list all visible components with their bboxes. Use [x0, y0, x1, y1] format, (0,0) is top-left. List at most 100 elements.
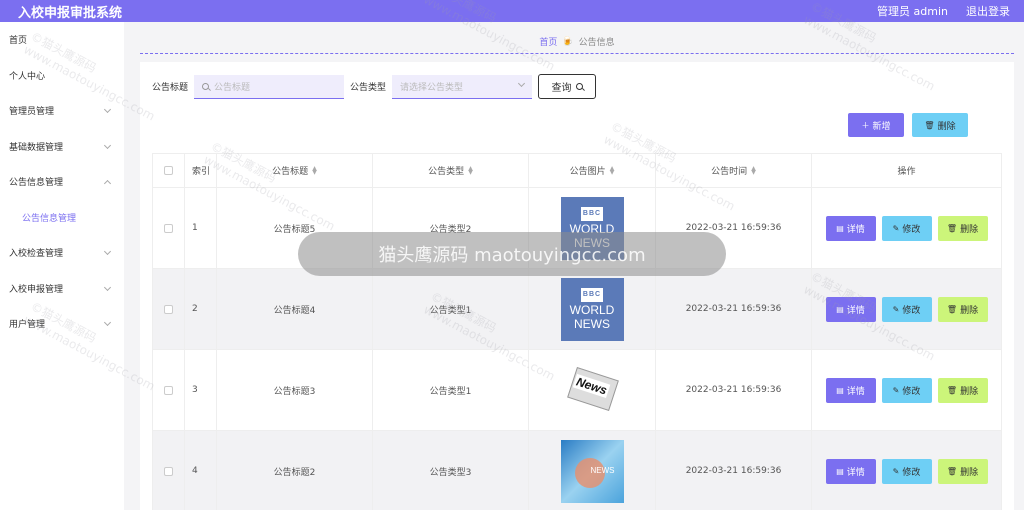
top-bar: 入校申报审批系统 管理员 admin 退出登录	[0, 0, 1024, 22]
add-button[interactable]: ＋新增	[848, 113, 904, 137]
row-checkbox[interactable]	[164, 466, 173, 476]
logout-link[interactable]: 退出登录	[966, 3, 1010, 19]
row-index: 4	[192, 466, 198, 476]
column-header-title[interactable]: 公告标题 ▲ ▼	[217, 154, 373, 187]
edit-icon: ✎	[892, 223, 900, 233]
row-title: 公告标题3	[273, 386, 316, 397]
table-row: 3 公告标题3 公告类型1 News 2022-03-21 16:59:36 ▤…	[153, 350, 1001, 431]
row-checkbox[interactable]	[164, 385, 173, 395]
row-type: 公告类型1	[429, 305, 472, 316]
edit-button[interactable]: ✎ 修改	[881, 215, 932, 241]
type-select[interactable]: 请选择公告类型	[392, 74, 533, 99]
sidebar-item-entry-check[interactable]: 入校检查管理	[0, 235, 124, 271]
batch-delete-button[interactable]: 🗑 删除	[912, 113, 968, 137]
delete-button[interactable]: 🗑 删除	[937, 377, 988, 403]
title-filter-label: 公告标题	[152, 83, 189, 93]
sidebar-item-notice[interactable]: 公告信息管理	[0, 164, 124, 200]
trash-icon: 🗑	[924, 120, 935, 130]
sort-icon: ▲ ▼	[751, 164, 756, 176]
trash-icon: 🗑	[946, 385, 958, 395]
row-time: 2022-03-21 16:59:36	[685, 466, 782, 476]
notice-image[interactable]: BBCWORLDNEWS	[560, 277, 624, 341]
sidebar-item-admin[interactable]: 管理员管理	[0, 93, 124, 129]
document-icon: ▤	[836, 385, 844, 395]
sort-icon: ▲ ▼	[468, 164, 473, 176]
chevron-down-icon	[103, 283, 112, 291]
column-header-image[interactable]: 公告图片 ▲ ▼	[529, 154, 656, 187]
search-form: 公告标题 公告标题 公告类型 请选择公告类型 查询	[152, 74, 597, 99]
chevron-down-icon	[103, 318, 112, 327]
document-icon: ▤	[836, 304, 844, 314]
plus-icon: ＋	[861, 120, 870, 130]
main-content: 公告标题 公告标题 公告类型 请选择公告类型 查询 ＋新增 🗑 删除 索引 公告标…	[140, 62, 1014, 510]
table-row: 2 公告标题4 公告类型1 BBC WORLD NEWS 2022-03-21 16…	[153, 269, 1001, 350]
app-title: 入校申报审批系统	[18, 5, 123, 21]
query-button[interactable]: 查询	[538, 74, 597, 99]
document-icon: ▤	[836, 466, 844, 476]
chevron-down-icon	[517, 79, 526, 87]
chevron-up-icon	[103, 179, 112, 188]
edit-button[interactable]: ✎ 修改	[881, 458, 932, 484]
watermark-overlay: 猫头鹰源码 maotouyingcc.com	[298, 232, 726, 276]
delete-button[interactable]: 🗑 删除	[937, 458, 988, 484]
trash-icon: 🗑	[946, 223, 958, 233]
detail-button[interactable]: ▤ 详情	[825, 215, 876, 241]
row-index: 3	[192, 385, 198, 395]
title-search-input[interactable]: 公告标题	[194, 74, 345, 99]
row-checkbox[interactable]	[164, 304, 173, 314]
row-index: 2	[192, 304, 198, 314]
edit-icon: ✎	[892, 304, 900, 314]
column-header-time[interactable]: 公告时间 ▲ ▼	[656, 154, 812, 187]
notice-image[interactable]: NEWS	[560, 439, 624, 503]
breadcrumb: 首页 🍺 公告信息	[140, 34, 1014, 54]
chevron-down-icon	[103, 141, 112, 149]
edit-button[interactable]: ✎ 修改	[881, 296, 932, 322]
table-header: 索引 公告标题 ▲ ▼ 公告类型 ▲ ▼ 公告图片 ▲ ▼ 公告时间 ▲ ▼ 操作	[153, 154, 1001, 188]
row-title: 公告标题4	[273, 305, 316, 316]
row-index: 1	[192, 223, 198, 233]
edit-icon: ✎	[892, 385, 900, 395]
row-type: 公告类型3	[429, 467, 472, 478]
chevron-down-icon	[103, 105, 112, 114]
row-type: 公告类型1	[429, 386, 472, 397]
trash-icon: 🗑	[946, 304, 958, 314]
row-title: 公告标题5	[273, 224, 316, 235]
detail-button[interactable]: ▤ 详情	[825, 377, 876, 403]
row-time: 2022-03-21 16:59:36	[685, 304, 782, 314]
notice-image[interactable]: News	[560, 358, 624, 422]
delete-button[interactable]: 🗑 删除	[937, 215, 988, 241]
sidebar-subitem-notice-manage[interactable]: 公告信息管理	[0, 200, 124, 236]
sidebar-item-users[interactable]: 用户管理	[0, 306, 124, 342]
sort-icon: ▲ ▼	[609, 164, 615, 176]
edit-icon: ✎	[892, 466, 900, 476]
table-row: 4 公告标题2 公告类型3 NEWS 2022-03-21 16:59:36 ▤…	[153, 431, 1001, 510]
type-filter-label: 公告类型	[350, 83, 387, 93]
sidebar-item-entry-apply[interactable]: 入校申报管理	[0, 271, 124, 307]
row-checkbox[interactable]	[164, 223, 173, 233]
select-all-checkbox[interactable]	[164, 166, 173, 175]
breadcrumb-separator-icon: 🍺	[562, 36, 574, 47]
current-user-label: 管理员 admin	[877, 5, 948, 18]
edit-button[interactable]: ✎ 修改	[881, 377, 932, 403]
column-header-actions: 操作	[897, 167, 916, 177]
detail-button[interactable]: ▤ 详情	[825, 296, 876, 322]
column-header-type[interactable]: 公告类型 ▲ ▼	[373, 154, 529, 187]
search-icon	[202, 82, 210, 90]
breadcrumb-current: 公告信息	[578, 38, 615, 48]
row-title: 公告标题2	[273, 467, 316, 478]
breadcrumb-home[interactable]: 首页	[539, 35, 557, 48]
sidebar-item-base-data[interactable]: 基础数据管理	[0, 129, 124, 165]
notice-table: 索引 公告标题 ▲ ▼ 公告类型 ▲ ▼ 公告图片 ▲ ▼ 公告时间 ▲ ▼ 操作 1 公告标题…	[152, 153, 1002, 510]
sidebar: 首页 个人中心 管理员管理 基础数据管理 公告信息管理 公告信息管理 入校检查管…	[0, 22, 124, 510]
document-icon: ▤	[836, 223, 844, 233]
search-icon	[575, 83, 583, 90]
sidebar-item-profile[interactable]: 个人中心	[0, 58, 124, 94]
chevron-down-icon	[103, 247, 112, 256]
sort-icon: ▲ ▼	[312, 164, 317, 176]
detail-button[interactable]: ▤ 详情	[825, 458, 876, 484]
sidebar-item-home[interactable]: 首页	[0, 22, 124, 58]
trash-icon: 🗑	[946, 466, 958, 476]
row-time: 2022-03-21 16:59:36	[685, 385, 782, 395]
column-header-index: 索引	[192, 167, 211, 177]
delete-button[interactable]: 🗑 删除	[937, 296, 988, 322]
